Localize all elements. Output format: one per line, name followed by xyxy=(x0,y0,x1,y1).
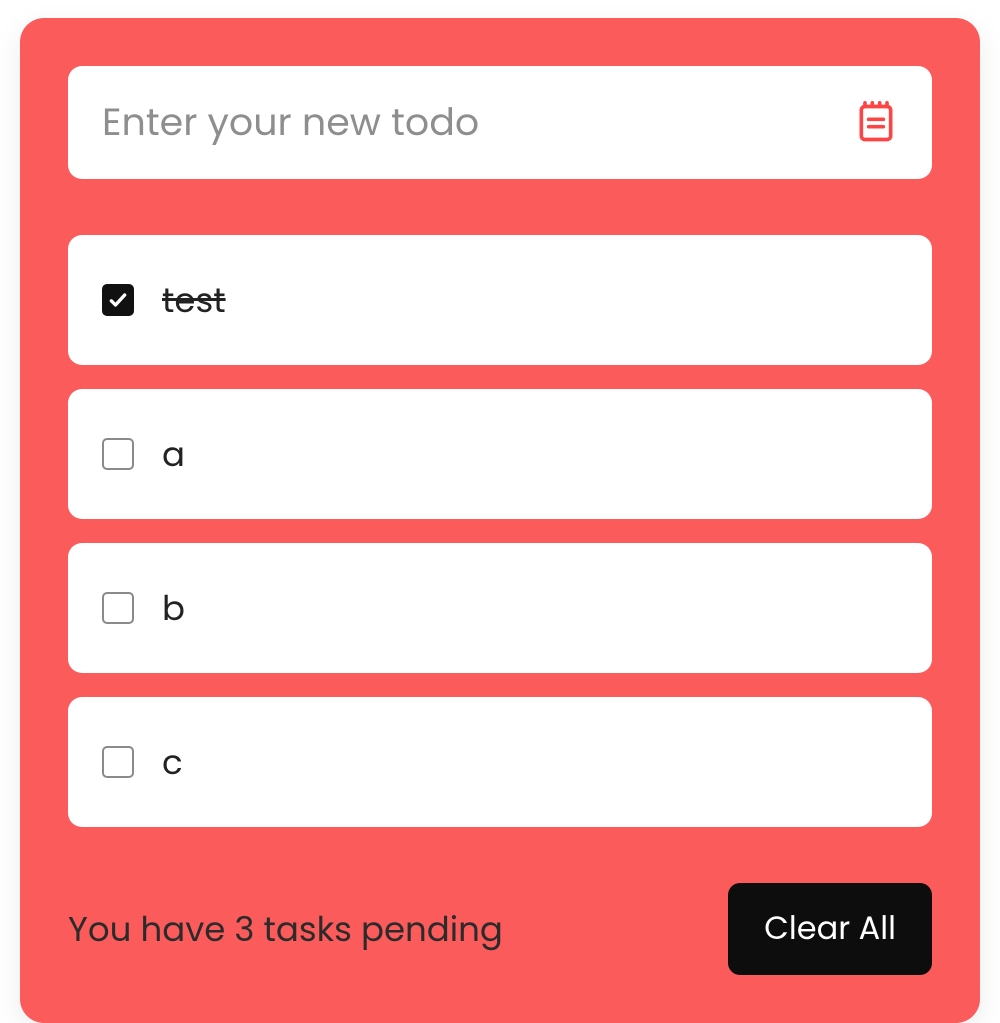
todo-label: a xyxy=(162,429,185,480)
clear-all-button[interactable]: Clear All xyxy=(728,883,932,975)
calendar-note-icon[interactable] xyxy=(854,101,898,145)
todo-item: c xyxy=(68,697,932,827)
todo-item: a xyxy=(68,389,932,519)
todo-checkbox[interactable] xyxy=(102,746,134,778)
todo-list: test a b c xyxy=(68,235,932,827)
todo-checkbox[interactable] xyxy=(102,284,134,316)
todo-label: b xyxy=(162,583,185,634)
todo-card: test a b c xyxy=(20,18,980,1023)
todo-item: test xyxy=(68,235,932,365)
todo-label: test xyxy=(162,275,226,326)
pending-text: You have 3 tasks pending xyxy=(68,904,503,955)
todo-checkbox[interactable] xyxy=(102,438,134,470)
footer-row: You have 3 tasks pending Clear All xyxy=(68,883,932,975)
new-todo-input[interactable] xyxy=(102,94,854,151)
todo-item: b xyxy=(68,543,932,673)
todo-checkbox[interactable] xyxy=(102,592,134,624)
new-todo-row xyxy=(68,66,932,179)
todo-label: c xyxy=(162,737,183,788)
